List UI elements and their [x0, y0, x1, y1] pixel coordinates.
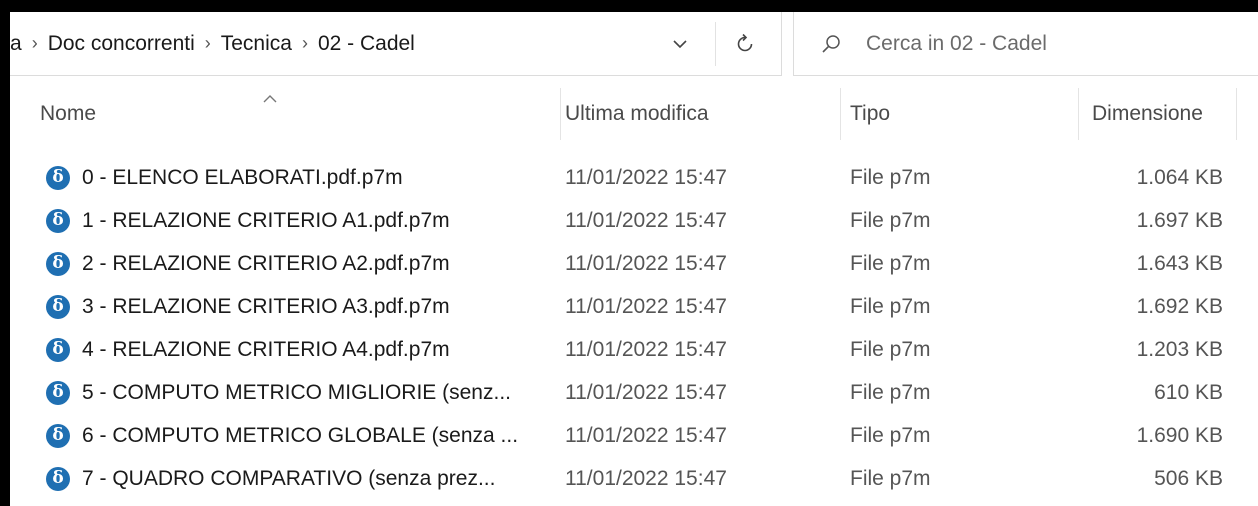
file-date: 11/01/2022 15:47 [565, 165, 727, 189]
file-name: 5 - COMPUTO METRICO MIGLIORIE (senz... [82, 380, 511, 404]
divider [715, 22, 716, 66]
file-size: 1.203 KB [1136, 337, 1223, 361]
column-header-type[interactable]: Tipo [850, 82, 1075, 146]
file-row[interactable]: δ 3 - RELAZIONE CRITERIO A3.pdf.p7m 11/01… [10, 285, 1258, 328]
file-size: 506 KB [1154, 466, 1223, 490]
search-input[interactable] [864, 30, 1248, 57]
file-list: δ 0 - ELENCO ELABORATI.pdf.p7m 11/01/2022… [10, 156, 1258, 500]
column-divider[interactable] [840, 88, 841, 140]
file-type: File p7m [850, 294, 931, 318]
p7m-file-icon: δ [46, 466, 70, 491]
file-name: 0 - ELENCO ELABORATI.pdf.p7m [82, 165, 403, 189]
p7m-file-icon: δ [46, 337, 70, 362]
file-date: 11/01/2022 15:47 [565, 294, 727, 318]
file-date: 11/01/2022 15:47 [565, 466, 727, 490]
file-type: File p7m [850, 165, 931, 189]
column-divider[interactable] [1078, 88, 1079, 140]
file-name: 2 - RELAZIONE CRITERIO A2.pdf.p7m [82, 251, 450, 275]
chevron-down-icon[interactable] [660, 24, 700, 64]
file-size: 1.690 KB [1136, 423, 1223, 447]
column-header-size[interactable]: Dimensione [1092, 82, 1222, 146]
p7m-file-icon: δ [46, 294, 70, 319]
file-row[interactable]: δ 7 - QUADRO COMPARATIVO (senza prez... 1… [10, 457, 1258, 500]
file-date: 11/01/2022 15:47 [565, 337, 727, 361]
file-row[interactable]: δ6 - COMPUTO METRICO GLOBALE (senza ... … [10, 414, 1258, 457]
file-row[interactable]: δ 4 - RELAZIONE CRITERIO A4.pdf.p7m 11/01… [10, 328, 1258, 371]
file-type: File p7m [850, 466, 931, 490]
refresh-icon[interactable] [723, 22, 767, 66]
p7m-file-icon: δ [46, 423, 70, 448]
file-type: File p7m [850, 208, 931, 232]
file-date: 11/01/2022 15:47 [565, 380, 727, 404]
p7m-file-icon: δ [46, 251, 70, 276]
breadcrumb-separator[interactable]: › [205, 33, 211, 54]
file-size: 1.064 KB [1136, 165, 1223, 189]
search-box[interactable] [793, 12, 1258, 76]
column-divider[interactable] [1236, 88, 1237, 140]
file-type: File p7m [850, 337, 931, 361]
p7m-file-icon: δ [46, 165, 70, 190]
file-size: 1.643 KB [1136, 251, 1223, 275]
file-date: 11/01/2022 15:47 [565, 423, 727, 447]
breadcrumb-item[interactable]: a [10, 32, 22, 56]
column-header-date[interactable]: Ultima modifica [565, 82, 840, 146]
breadcrumb-item[interactable]: Tecnica [221, 32, 292, 56]
file-date: 11/01/2022 15:47 [565, 251, 727, 275]
breadcrumb-separator[interactable]: › [302, 33, 308, 54]
file-row[interactable]: δ5 - COMPUTO METRICO MIGLIORIE (senz... … [10, 371, 1258, 414]
file-row[interactable]: δ 1 - RELAZIONE CRITERIO A1.pdf.p7m 11/01… [10, 199, 1258, 242]
file-type: File p7m [850, 423, 931, 447]
file-size: 1.697 KB [1136, 208, 1223, 232]
p7m-file-icon: δ [46, 208, 70, 233]
file-explorer-window: a › Doc concorrenti › Tecnica › 02 - Cad… [10, 12, 1258, 506]
file-size: 610 KB [1154, 380, 1223, 404]
breadcrumb-separator[interactable]: › [32, 33, 38, 54]
p7m-file-icon: δ [46, 380, 70, 405]
file-type: File p7m [850, 251, 931, 275]
file-date: 11/01/2022 15:47 [565, 208, 727, 232]
file-row[interactable]: δ 0 - ELENCO ELABORATI.pdf.p7m 11/01/2022… [10, 156, 1258, 199]
breadcrumb-item[interactable]: 02 - Cadel [318, 32, 415, 56]
file-name: 4 - RELAZIONE CRITERIO A4.pdf.p7m [82, 337, 450, 361]
column-divider[interactable] [560, 88, 561, 140]
file-row[interactable]: δ 2 - RELAZIONE CRITERIO A2.pdf.p7m 11/01… [10, 242, 1258, 285]
file-name: 7 - QUADRO COMPARATIVO (senza prez... [82, 466, 496, 490]
toolbar: a › Doc concorrenti › Tecnica › 02 - Cad… [10, 12, 1258, 78]
file-size: 1.692 KB [1136, 294, 1223, 318]
address-bar[interactable]: a › Doc concorrenti › Tecnica › 02 - Cad… [10, 12, 782, 76]
search-icon [820, 33, 842, 55]
file-name: 1 - RELAZIONE CRITERIO A1.pdf.p7m [82, 208, 450, 232]
breadcrumb-item[interactable]: Doc concorrenti [48, 32, 195, 56]
file-name: 6 - COMPUTO METRICO GLOBALE (senza ... [82, 423, 519, 447]
column-header-name[interactable]: Nome [40, 82, 550, 146]
column-header-row: Nome Ultima modifica Tipo Dimensione [10, 82, 1258, 146]
file-type: File p7m [850, 380, 931, 404]
file-name: 3 - RELAZIONE CRITERIO A3.pdf.p7m [82, 294, 450, 318]
